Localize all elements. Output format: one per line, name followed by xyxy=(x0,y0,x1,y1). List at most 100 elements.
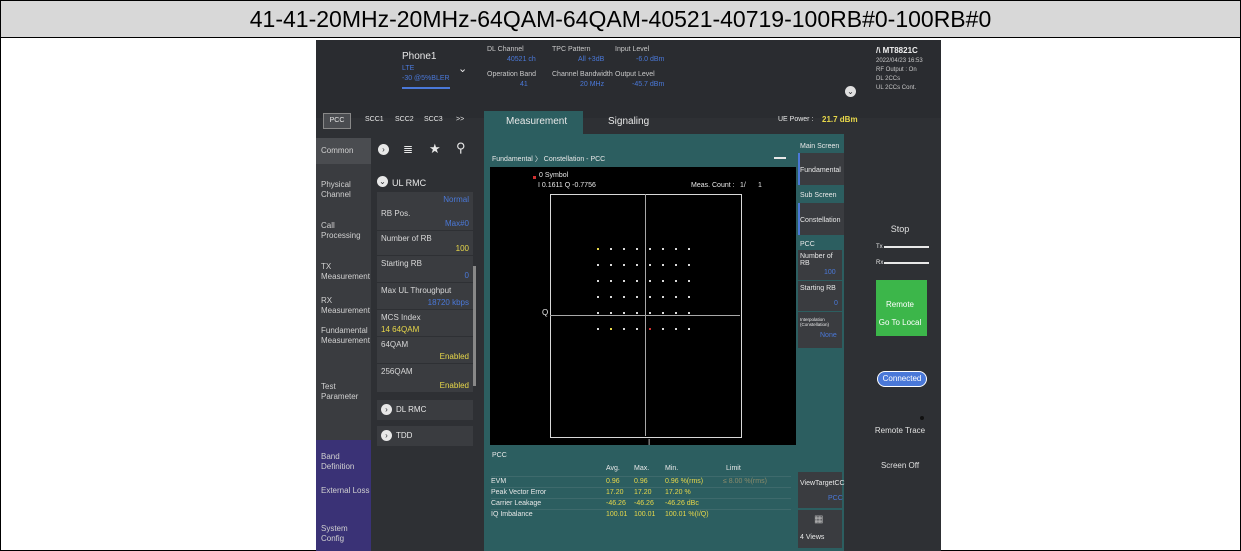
search-icon[interactable]: ⚲ xyxy=(456,140,466,156)
param-value: Normal xyxy=(443,195,469,204)
section-dl-rmc[interactable]: DL RMC xyxy=(396,405,426,414)
chevron-down-circle-icon[interactable]: ⌄ xyxy=(377,176,388,187)
cell-name: EVM xyxy=(491,478,507,485)
cell-name: IQ Imbalance xyxy=(491,511,533,518)
num-rb-value: 100 xyxy=(824,269,836,276)
symbol-value: I 0.1611 Q -0.7756 xyxy=(538,182,596,189)
nav-rx-measurement[interactable]: RX Measurement xyxy=(321,296,373,316)
remote-trace-button[interactable]: Remote Trace xyxy=(873,426,927,435)
nav-common[interactable]: Common xyxy=(321,146,373,156)
trace-indicator xyxy=(920,416,924,420)
section-tdd[interactable]: TDD xyxy=(396,431,412,440)
param-rb-pos[interactable]: RB Pos. Max#0 xyxy=(377,206,473,231)
tab-measurement[interactable]: Measurement xyxy=(506,116,567,127)
tab-scc1[interactable]: SCC1 xyxy=(365,116,384,123)
constellation-point xyxy=(597,296,599,298)
param-max-ul-throughput[interactable]: Max UL Throughput 18720 kbps xyxy=(377,283,473,310)
param-256qam[interactable]: 256QAM Enabled xyxy=(377,364,473,393)
chevron-right-circle-icon[interactable]: › xyxy=(381,404,392,415)
constellation-point xyxy=(636,312,638,314)
constellation-point xyxy=(675,312,677,314)
rf-output: RF Output : On xyxy=(876,67,917,73)
phone-name[interactable]: Phone1 xyxy=(402,51,436,62)
op-band-label: Operation Band xyxy=(487,71,537,78)
output-level-label: Output Level xyxy=(615,71,655,78)
tpc-value: All +3dB xyxy=(578,56,605,63)
star-icon[interactable]: ★ xyxy=(429,141,441,157)
tab-more[interactable]: >> xyxy=(456,116,464,123)
nav-external-loss[interactable]: External Loss xyxy=(321,486,373,496)
rx-bar xyxy=(884,262,929,264)
interp-label: Interpolation (Constellation) xyxy=(800,317,830,327)
datetime: 2022/04/23 16:53 xyxy=(876,58,923,64)
view-target-cell[interactable] xyxy=(798,472,842,508)
ue-power-value: 21.7 dBm xyxy=(822,115,858,124)
remote-label: Remote xyxy=(885,300,914,309)
screen-off-button[interactable]: Screen Off xyxy=(873,461,927,470)
main-screen-label: Main Screen xyxy=(800,143,840,150)
op-band-value: 41 xyxy=(520,81,528,88)
nav-call-processing[interactable]: Call Processing xyxy=(321,221,373,241)
chevron-down-circle-icon[interactable]: ⌄ xyxy=(845,86,856,97)
constellation-point xyxy=(623,280,625,282)
dl-channel-label: DL Channel xyxy=(487,46,524,53)
constellation-point xyxy=(636,296,638,298)
nav-test-parameter[interactable]: Test Parameter xyxy=(321,382,373,402)
instrument-screen: Phone1 LTE -30 @5%BLER ⌄ DL Channel 4052… xyxy=(316,40,941,551)
cell-max: 17.20 xyxy=(634,489,652,496)
nav-fundamental-measurement[interactable]: Fundamental Measurement xyxy=(321,326,373,346)
param-label: Max UL Throughput xyxy=(381,286,452,295)
phone-underline xyxy=(402,87,450,89)
breadcrumb-constellation: Constellation - PCC xyxy=(543,156,606,163)
grid-icon[interactable]: ▦ xyxy=(814,514,823,525)
constellation-point xyxy=(688,280,690,282)
tab-pcc[interactable]: PCC xyxy=(323,113,351,129)
pcc-label: PCC xyxy=(800,241,815,248)
list-play-icon[interactable]: ≣ xyxy=(403,142,413,156)
nav-band-definition[interactable]: Band Definition xyxy=(321,452,373,472)
table-row: Carrier Leakage -46.26 -46.26 -46.26 dBc xyxy=(491,498,791,509)
cell-min: 100.01 %(I/Q) xyxy=(665,511,709,518)
nav-tx-measurement[interactable]: TX Measurement xyxy=(321,262,373,282)
constellation-point xyxy=(649,312,651,314)
param-64qam[interactable]: 64QAM Enabled xyxy=(377,337,473,364)
param-value: 100 xyxy=(455,244,469,253)
cell-name: Peak Vector Error xyxy=(491,489,547,496)
cell-max: -46.26 xyxy=(634,500,654,507)
input-level-label: Input Level xyxy=(615,46,650,53)
constellation-point xyxy=(688,312,690,314)
constellation-point xyxy=(597,248,599,250)
results-cc: PCC xyxy=(492,452,507,459)
param-value: 14 64QAM xyxy=(381,325,420,334)
arrow-right-circle-icon[interactable]: › xyxy=(378,144,389,155)
constellation-point xyxy=(662,264,664,266)
minimize-icon[interactable] xyxy=(774,157,786,159)
tab-scc2[interactable]: SCC2 xyxy=(395,116,414,123)
cell-avg: 100.01 xyxy=(606,511,628,518)
ch-bw-label: Channel Bandwidth xyxy=(552,71,613,78)
param-scrollbar[interactable] xyxy=(473,266,476,386)
param-mcs-index[interactable]: MCS Index 14 64QAM xyxy=(377,310,473,337)
num-rb-label: Number of RB xyxy=(800,253,833,267)
nav-physical-channel[interactable]: Physical Channel xyxy=(321,180,373,200)
param-starting-rb[interactable]: Starting RB 0 xyxy=(377,256,473,283)
start-rb-label: Starting RB xyxy=(800,285,836,292)
chevron-down-icon[interactable]: ⌄ xyxy=(458,62,467,75)
breadcrumb-fundamental[interactable]: Fundamental xyxy=(492,156,533,163)
section-ul-rmc[interactable]: UL RMC xyxy=(392,178,426,188)
meas-count-value: 1/ xyxy=(740,182,746,189)
constellation-point xyxy=(662,328,664,330)
interp-value: None xyxy=(820,332,837,339)
dl-ccs: DL 2CCs xyxy=(876,76,901,82)
constellation-point xyxy=(688,328,690,330)
cell-avg: -46.26 xyxy=(606,500,626,507)
stop-button[interactable]: Stop xyxy=(873,224,927,234)
chevron-right-circle-icon[interactable]: › xyxy=(381,430,392,441)
phone-sub: -30 @5%BLER xyxy=(402,75,450,82)
nav-system-config[interactable]: System Config xyxy=(321,524,373,544)
tab-scc3[interactable]: SCC3 xyxy=(424,116,443,123)
param-normal[interactable]: Normal xyxy=(377,192,473,207)
param-number-of-rb[interactable]: Number of RB 100 xyxy=(377,231,473,256)
views-label: 4 Views xyxy=(800,534,825,541)
tab-signaling[interactable]: Signaling xyxy=(608,116,649,127)
